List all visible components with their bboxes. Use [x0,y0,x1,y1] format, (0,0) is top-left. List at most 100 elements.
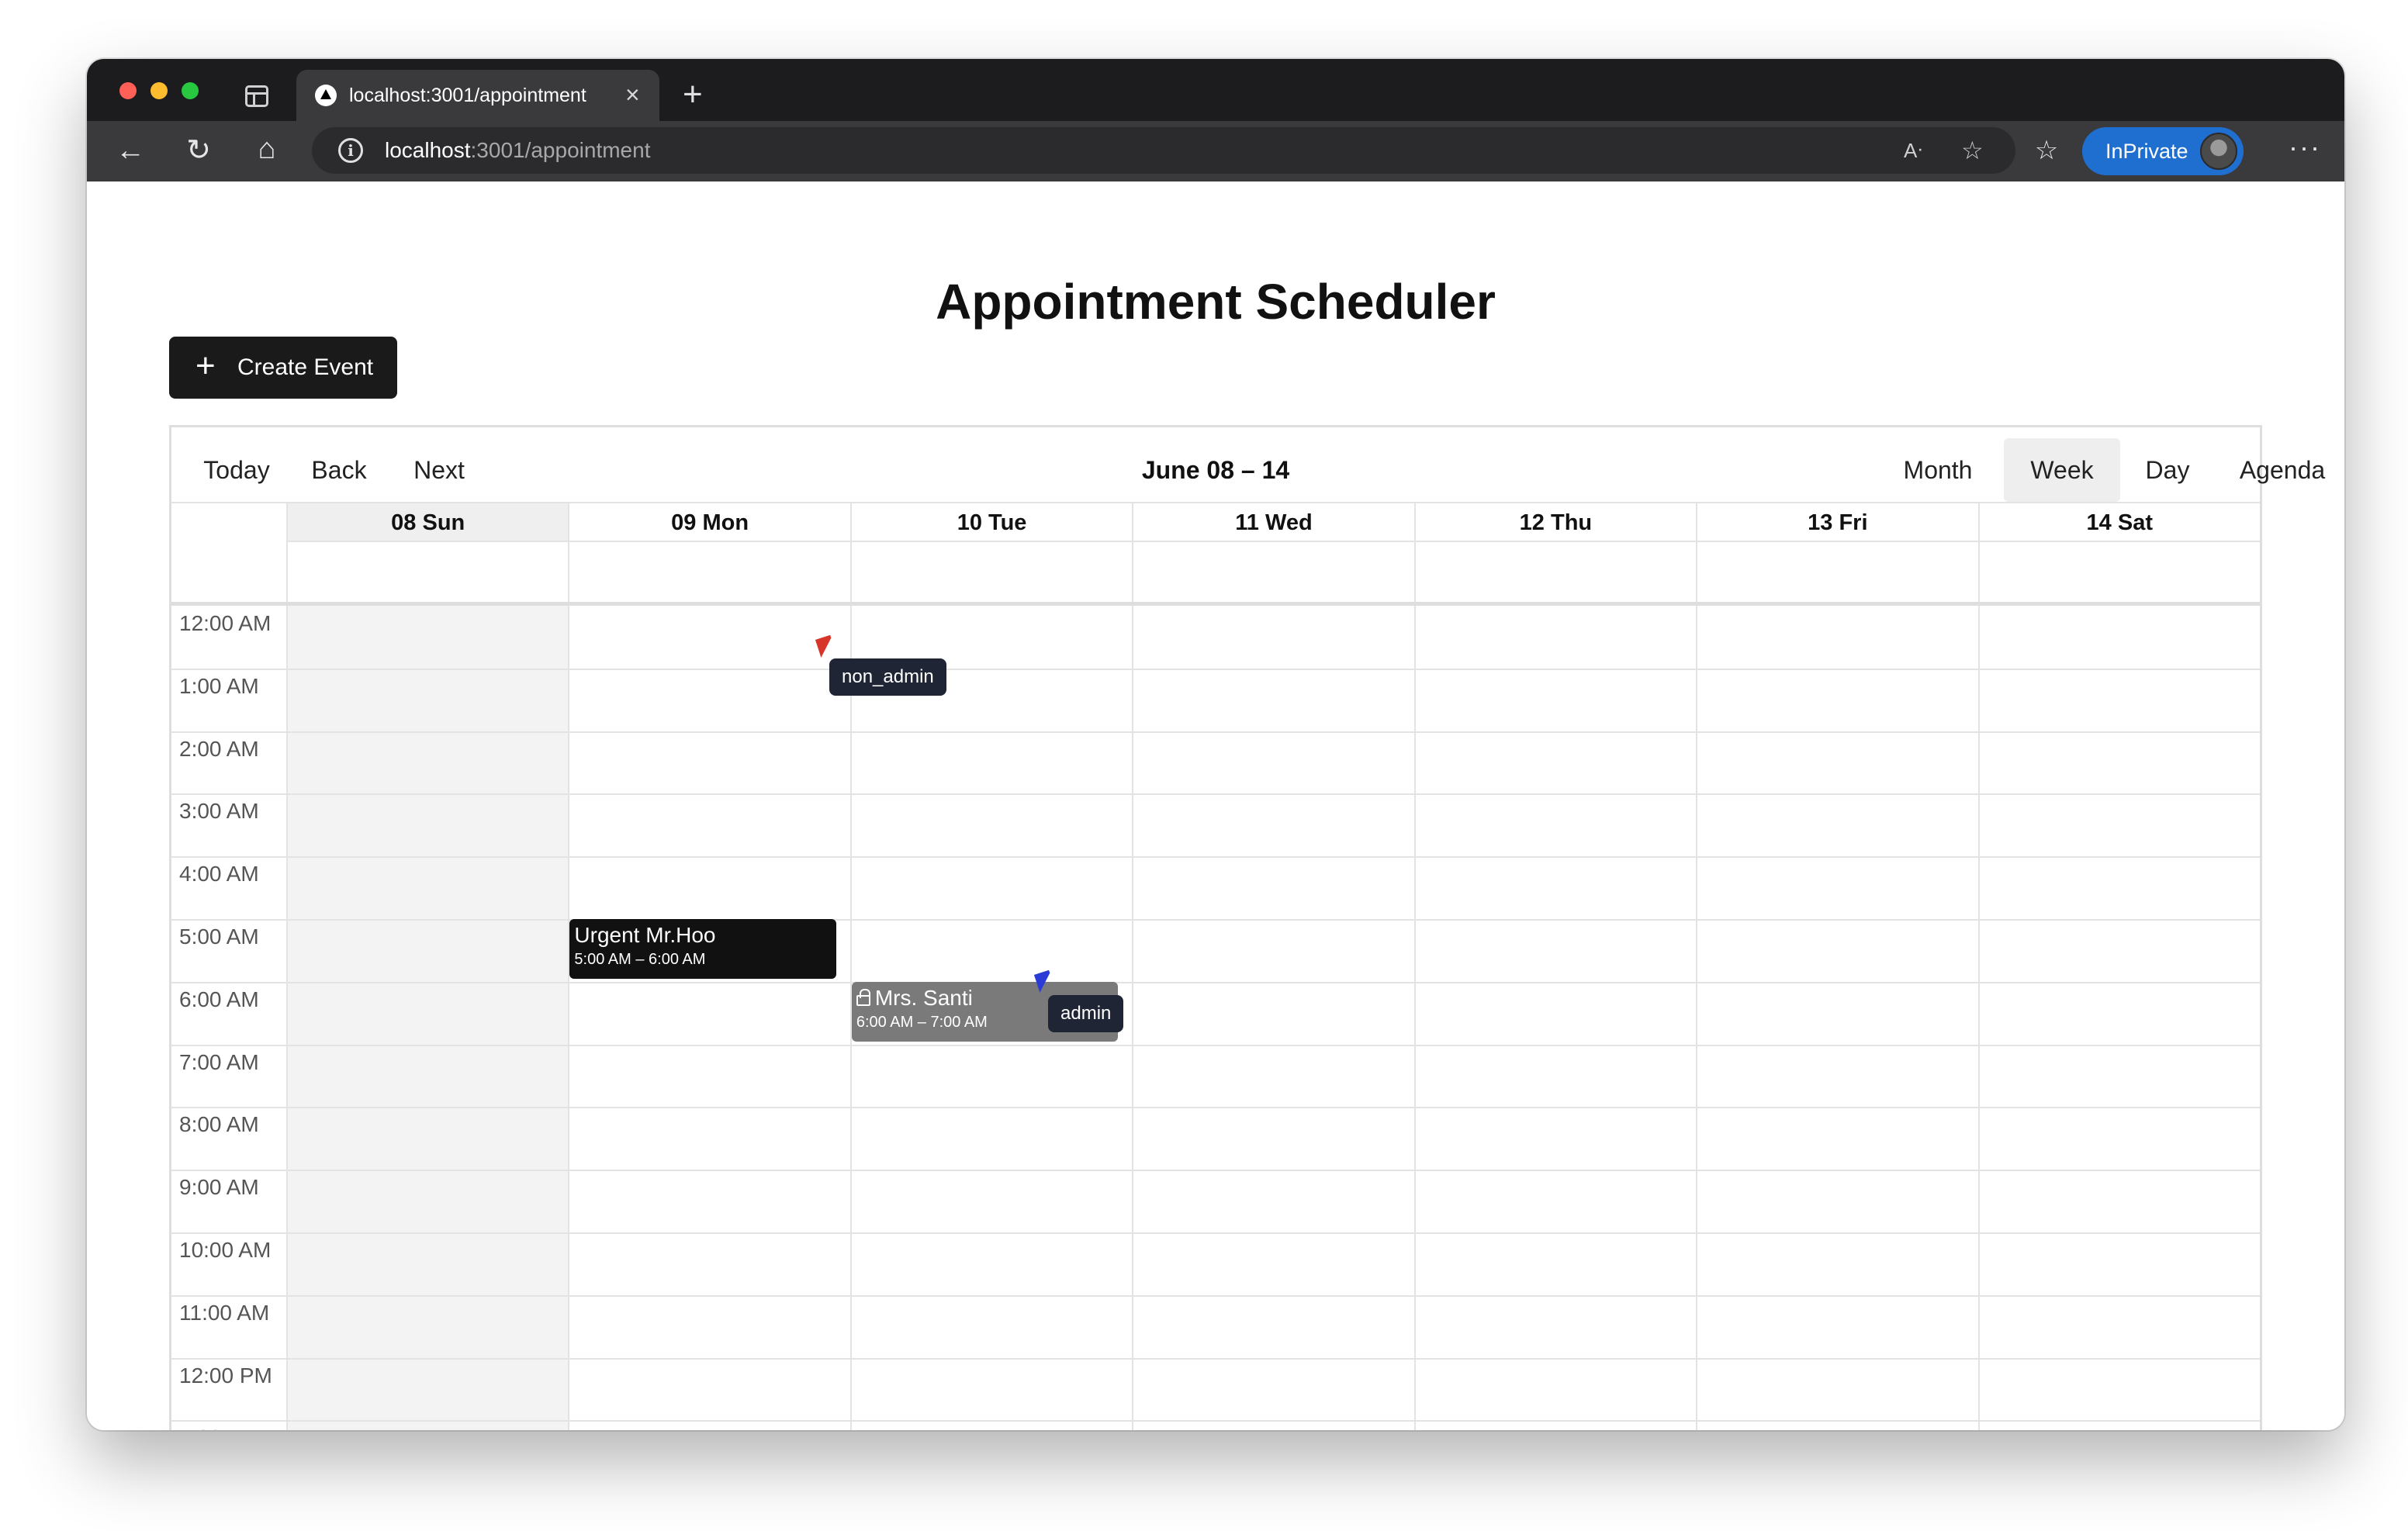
event-time: 6:00 AM – 7:00 AM [856,1013,988,1031]
all-day-cell[interactable] [1132,541,1414,602]
day-column[interactable] [1696,606,1977,1430]
more-options-icon[interactable]: ··· [2289,132,2321,163]
back-button[interactable]: Back [296,438,382,502]
hour-line [171,731,2260,733]
time-slot-label: 2:00 AM [179,736,259,761]
browser-tab-bar: localhost:3001/appointment × + [87,59,2344,121]
tab-sidebar-icon[interactable] [245,85,268,107]
view-month-button[interactable]: Month [1872,438,2004,502]
hour-line [171,1044,2260,1046]
time-slot-label: 12:00 PM [179,1363,272,1388]
day-column[interactable] [568,606,849,1430]
calendar: June 08 – 14 Today Back Next Month Week … [169,425,2325,1430]
hour-line [171,1107,2260,1109]
view-day-button[interactable]: Day [2120,438,2215,502]
back-arrow-icon[interactable]: ← [113,135,147,166]
all-day-row [171,541,2260,606]
inprivate-button[interactable]: InPrivate [2082,127,2244,175]
zoom-window-button[interactable] [182,82,199,99]
time-slot-label: 6:00 AM [179,987,259,1011]
profile-avatar [2200,133,2237,170]
day-header[interactable]: 12 Thu [1413,503,1696,542]
tab-title: localhost:3001/appointment [349,85,586,106]
browser-nav-bar: ← ↻ ⌂ i localhost:3001/appointment Aᐧ ☆ … [87,121,2344,181]
hour-line [171,1170,2260,1172]
add-favorite-icon[interactable]: ☆ [1961,137,1984,164]
all-day-cell[interactable] [1977,541,2260,602]
url-text[interactable]: localhost:3001/appointment [385,138,650,163]
all-day-cell[interactable] [286,541,569,602]
day-column[interactable] [286,606,569,1430]
event-time: 5:00 AM – 6:00 AM [574,951,706,968]
home-icon[interactable]: ⌂ [250,133,284,164]
event-title-text: Urgent Mr.Hoo [574,923,716,947]
day-header[interactable]: 10 Tue [849,503,1132,542]
day-column[interactable] [1977,606,2260,1430]
hour-line [171,1357,2260,1360]
page-content: Appointment Scheduler + Create Event Jun… [87,181,2344,1430]
hour-line [171,981,2260,983]
create-event-button[interactable]: + Create Event [169,337,397,399]
day-column[interactable] [1413,606,1696,1430]
hour-line [171,856,2260,859]
all-day-cell[interactable] [568,541,850,602]
view-week-button[interactable]: Week [2004,438,2120,502]
calendar-event[interactable]: Urgent Mr.Hoo 5:00 AM – 6:00 AM [569,919,836,979]
browser-tab[interactable]: localhost:3001/appointment × [296,70,659,121]
day-header[interactable]: 13 Fri [1696,503,1977,542]
favicon-icon [315,85,337,106]
day-header[interactable]: 14 Sat [1977,503,2260,542]
next-button[interactable]: Next [396,438,482,502]
time-slot-label: 9:00 AM [179,1175,259,1200]
address-bar[interactable]: i localhost:3001/appointment Aᐧ ☆ [312,127,2015,174]
day-header-row: 08 Sun 09 Mon 10 Tue 11 Wed 12 Thu 13 Fri 14 S… [171,502,2260,542]
create-event-label: Create Event [237,354,374,380]
time-slot-label: 5:00 AM [179,924,259,949]
event-title-text: Mrs. Santi [874,985,973,1010]
site-info-icon[interactable]: i [338,138,363,163]
close-window-button[interactable] [119,82,137,99]
time-grid: 12:00 AM 1:00 AM 2:00 AM 3:00 AM 4:00 AM 5:00… [171,606,2260,1430]
event-title: Mrs. Santi [856,985,973,1011]
page-title: Appointment Scheduler [936,274,1496,330]
time-slot-label: 12:00 AM [179,611,272,635]
time-slot-label: 10:00 AM [179,1238,272,1262]
time-slot-label: 11:00 AM [179,1300,270,1325]
cursor-user-tag: admin [1048,995,1124,1032]
read-aloud-icon[interactable]: Aᐧ [1904,137,1922,164]
time-slot-label: 1:00 PM [179,1425,260,1430]
day-header[interactable]: 11 Wed [1132,503,1413,542]
time-slot-label: 8:00 AM [179,1112,259,1137]
day-header[interactable]: 08 Sun [286,503,569,542]
favorites-icon[interactable]: ☆ [2029,135,2064,166]
today-button[interactable]: Today [187,438,286,502]
lock-icon [856,988,870,1006]
minimize-window-button[interactable] [150,82,168,99]
hour-line [171,919,2260,921]
url-host: localhost [385,138,471,162]
time-slot-label: 3:00 AM [179,799,259,824]
tab-close-icon[interactable]: × [625,82,640,107]
view-agenda-button[interactable]: Agenda [2215,438,2344,502]
inprivate-label: InPrivate [2105,140,2188,163]
time-slot-label: 1:00 AM [179,673,259,698]
all-day-cell[interactable] [849,541,1133,602]
time-slot-label: 4:00 AM [179,862,259,886]
event-title: Urgent Mr.Hoo [574,922,715,949]
browser-window: localhost:3001/appointment × + ← ↻ ⌂ i l… [87,59,2344,1430]
hour-line [171,1232,2260,1234]
reload-icon[interactable]: ↻ [182,135,216,166]
hour-line [171,668,2260,670]
url-path: :3001/appointment [470,138,651,162]
hour-line [171,1294,2260,1297]
new-tab-icon[interactable]: + [683,78,703,112]
all-day-cell[interactable] [1696,541,1978,602]
hour-line [171,793,2260,796]
all-day-cell[interactable] [1413,541,1697,602]
day-column[interactable] [1132,606,1413,1430]
plus-icon: + [195,347,216,385]
day-header[interactable]: 09 Mon [568,503,849,542]
hour-line [171,1420,2260,1422]
cursor-user-tag: non_admin [829,658,946,696]
time-slot-label: 7:00 AM [179,1049,259,1074]
